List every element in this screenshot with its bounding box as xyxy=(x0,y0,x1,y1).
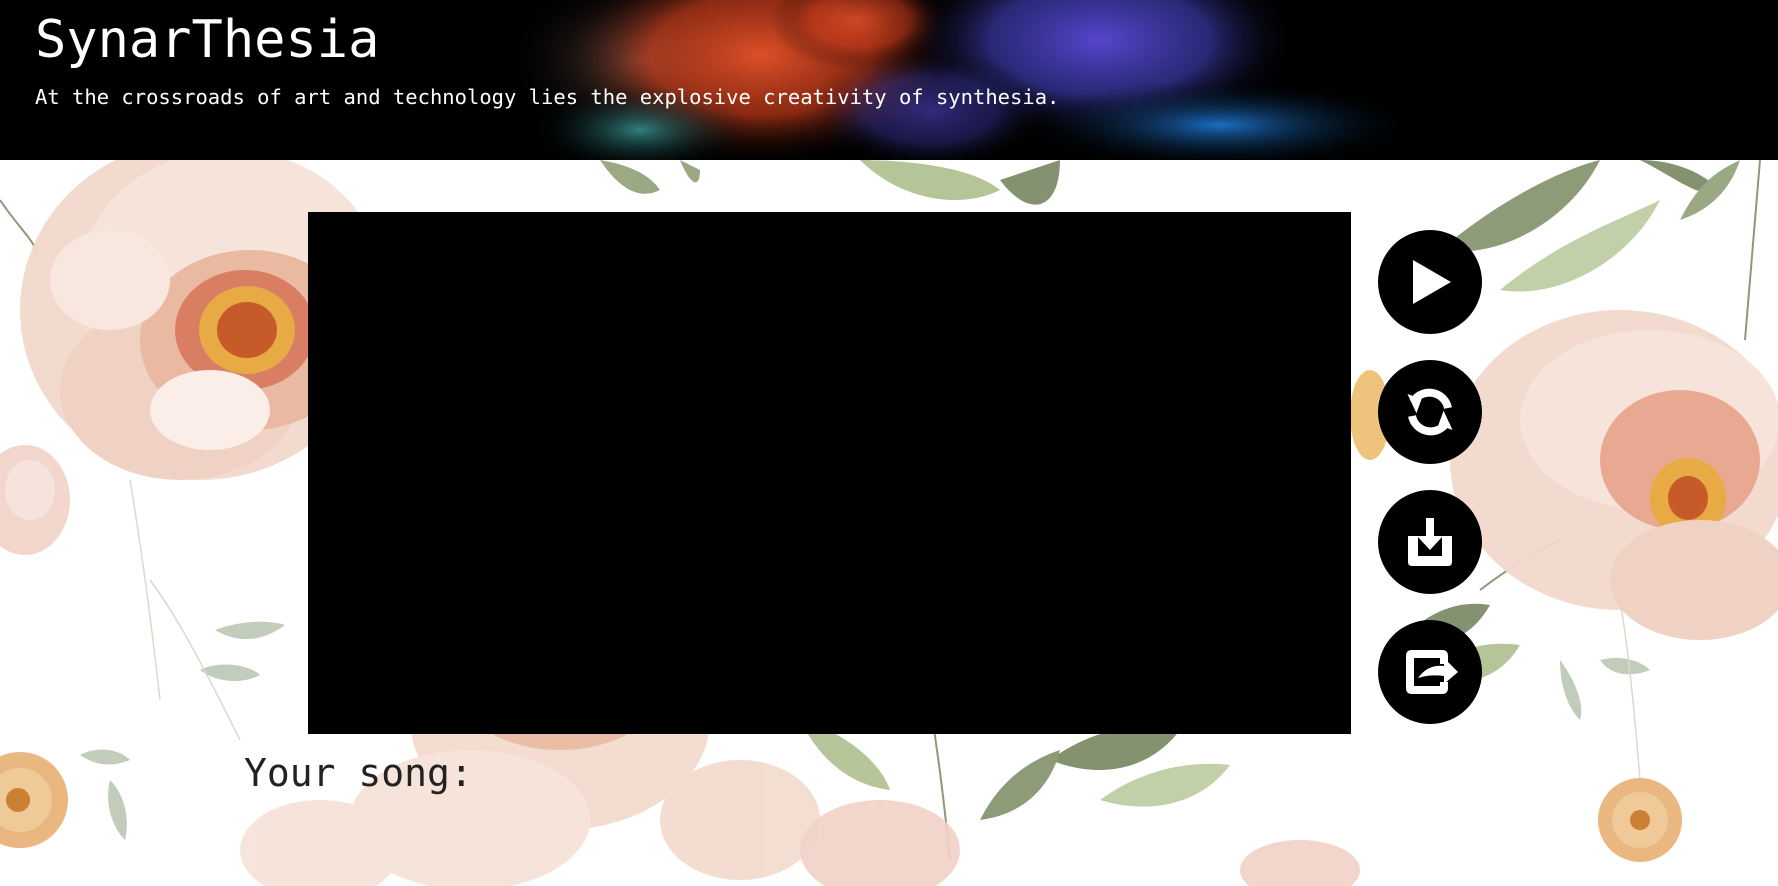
play-button[interactable] xyxy=(1378,230,1482,334)
song-label-text: Your song: xyxy=(244,751,473,795)
share-button[interactable] xyxy=(1378,620,1482,724)
site-title: SynarThesia xyxy=(35,10,380,70)
share-icon xyxy=(1406,650,1458,694)
download-button[interactable] xyxy=(1378,490,1482,594)
download-icon xyxy=(1408,518,1452,566)
site-header: SynarThesia At the crossroads of art and… xyxy=(0,0,1778,160)
song-label: Your song: xyxy=(244,750,473,796)
control-panel xyxy=(1378,230,1483,750)
play-icon xyxy=(1413,260,1451,304)
site-tagline: At the crossroads of art and technology … xyxy=(35,85,1060,109)
refresh-button[interactable] xyxy=(1378,360,1482,464)
refresh-icon xyxy=(1407,388,1453,436)
visualizer-canvas[interactable] xyxy=(308,212,1351,734)
